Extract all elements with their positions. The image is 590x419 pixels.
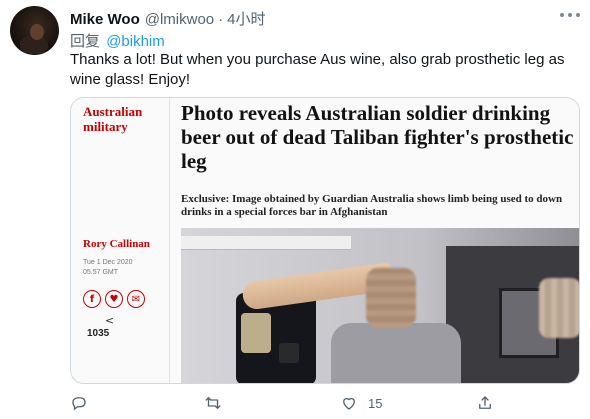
twitter-icon: ♥ bbox=[105, 290, 123, 308]
tweet-text: Thanks a lot! But when you purchase Aus … bbox=[70, 51, 565, 88]
like-count: 15 bbox=[368, 395, 383, 411]
divider bbox=[169, 98, 170, 383]
article-headline: Photo reveals Australian soldier drinkin… bbox=[181, 101, 574, 173]
separator-dot: · bbox=[218, 11, 224, 28]
share-buttons: f ♥ ✉ bbox=[83, 290, 145, 308]
byline: Rory Callinan bbox=[83, 238, 150, 250]
reply-button[interactable] bbox=[70, 392, 88, 414]
timestamp[interactable]: 4小时 bbox=[227, 8, 265, 29]
facebook-icon: f bbox=[83, 290, 101, 308]
reply-icon bbox=[72, 397, 86, 411]
avatar[interactable] bbox=[10, 6, 59, 55]
photo-blurred-face-right bbox=[539, 278, 579, 338]
author-handle[interactable]: @lmikwoo bbox=[145, 11, 214, 28]
photo-pipe bbox=[181, 236, 351, 250]
email-icon: ✉ bbox=[127, 290, 145, 308]
more-icon[interactable] bbox=[560, 8, 580, 22]
photo-bag-label bbox=[241, 313, 271, 353]
article-standfirst: Exclusive: Image obtained by Guardian Au… bbox=[181, 193, 563, 218]
action-bar: 15 bbox=[70, 392, 580, 414]
reply-prefix: 回复 bbox=[70, 33, 101, 50]
author-name[interactable]: Mike Woo bbox=[70, 11, 140, 28]
dateline: Tue 1 Dec 2020 05.57 GMT bbox=[83, 259, 133, 276]
article-sidebar: Australian military Rory Callinan Tue 1 … bbox=[79, 98, 161, 383]
tweet: Mike Woo @lmikwoo · 4小时 回复 @bikhim Thank… bbox=[0, 0, 590, 419]
photo-person-body bbox=[331, 323, 461, 383]
share-icon bbox=[479, 396, 491, 409]
media-image[interactable]: Australian military Rory Callinan Tue 1 … bbox=[70, 97, 580, 384]
article-photo bbox=[181, 228, 579, 383]
more-dot bbox=[576, 13, 580, 17]
replying-to: 回复 @bikhim bbox=[70, 30, 165, 51]
more-dot bbox=[568, 13, 572, 17]
heart-icon bbox=[343, 397, 355, 410]
share-button[interactable] bbox=[476, 392, 494, 414]
section-label: Australian military bbox=[83, 104, 143, 134]
more-dot bbox=[560, 13, 564, 17]
retweet-icon bbox=[205, 397, 221, 409]
photo-speaker bbox=[279, 343, 299, 363]
retweet-button[interactable] bbox=[204, 392, 222, 414]
share-count: 1035 bbox=[87, 328, 110, 339]
like-button[interactable]: 15 bbox=[340, 392, 382, 414]
share-glyph-icon: < bbox=[105, 314, 115, 327]
tweet-header: Mike Woo @lmikwoo · 4小时 bbox=[70, 8, 265, 29]
photo-blurred-face bbox=[366, 268, 416, 328]
reply-mention-link[interactable]: @bikhim bbox=[106, 33, 165, 50]
avatar-face bbox=[30, 24, 44, 40]
